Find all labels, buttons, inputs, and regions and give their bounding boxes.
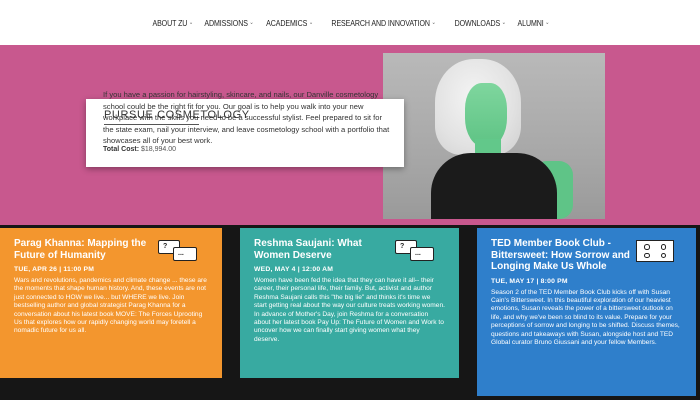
hero-photo	[383, 53, 605, 219]
main-nav: ABOUT ZU ⌄ ADMISSIONS ⌄ ACADEMICS ⌄ RESEARC…	[0, 0, 700, 45]
cost-label: Total Cost:	[103, 146, 140, 153]
event-title[interactable]: Reshma Saujani: What Women Deserve	[254, 238, 394, 261]
nav-item-label: ABOUT ZU	[152, 17, 187, 28]
nav-item-alumni[interactable]: ALUMNI ⌄	[511, 18, 554, 28]
chat-bubbles-icon: ? ...	[158, 240, 198, 262]
hero-photo-shirt	[431, 153, 557, 219]
event-date: TUE, MAY 17 | 8:00 PM	[491, 277, 568, 285]
event-date: TUE, APR 26 | 11:00 PM	[14, 266, 95, 273]
nav-item-label: ALUMNI	[517, 17, 544, 28]
hero-card-cost: Total Cost: $18,994.00	[103, 146, 176, 153]
nav-item-research[interactable]: RESEARCH AND INNOVATION ⌄	[326, 18, 442, 28]
video-grid-icon	[636, 240, 674, 262]
event-description: Women have been fed the idea that they c…	[254, 277, 445, 343]
hero-photo-face	[465, 83, 507, 147]
nav-item-label: DOWNLOADS	[454, 17, 501, 28]
event-description: Season 2 of the TED Member Book Club kic…	[491, 288, 680, 346]
chevron-down-icon: ⌄	[431, 20, 436, 26]
nav-item-admissions[interactable]: ADMISSIONS ⌄	[199, 18, 260, 28]
event-title[interactable]: TED Member Book Club - Bittersweet: How …	[491, 238, 631, 273]
event-description: Wars and revolutions, pandemics and clim…	[14, 277, 207, 335]
chat-bubbles-icon: ? ...	[395, 240, 435, 262]
event-card-reshma-saujani[interactable]: ? ... Reshma Saujani: What Women Deserve…	[240, 228, 459, 378]
event-title[interactable]: Parag Khanna: Mapping the Future of Huma…	[14, 238, 154, 261]
nav-item-downloads[interactable]: DOWNLOADS ⌄	[449, 18, 512, 28]
chevron-down-icon: ⌄	[544, 20, 549, 26]
chevron-down-icon: ⌄	[249, 20, 254, 26]
nav-item-label: RESEARCH AND INNOVATION	[331, 17, 431, 28]
hero-card-text: If you have a passion for hairstyling, s…	[103, 90, 390, 145]
event-date: WED, MAY 4 | 12:00 AM	[254, 266, 334, 273]
event-card-parag-khanna[interactable]: ? ... Parag Khanna: Mapping the Future o…	[0, 228, 222, 378]
chevron-down-icon: ⌄	[501, 20, 506, 26]
chevron-down-icon: ⌄	[308, 20, 313, 26]
chevron-down-icon: ⌄	[188, 20, 193, 26]
nav-item-about[interactable]: ABOUT ZU ⌄	[146, 18, 198, 28]
nav-item-label: ADMISSIONS	[204, 17, 248, 28]
nav-item-label: ACADEMICS	[266, 17, 308, 28]
nav-item-academics[interactable]: ACADEMICS ⌄	[260, 18, 318, 28]
event-card-ted-book-club[interactable]: TED Member Book Club - Bittersweet: How …	[477, 228, 696, 396]
cost-value: $18,994.00	[141, 146, 177, 153]
